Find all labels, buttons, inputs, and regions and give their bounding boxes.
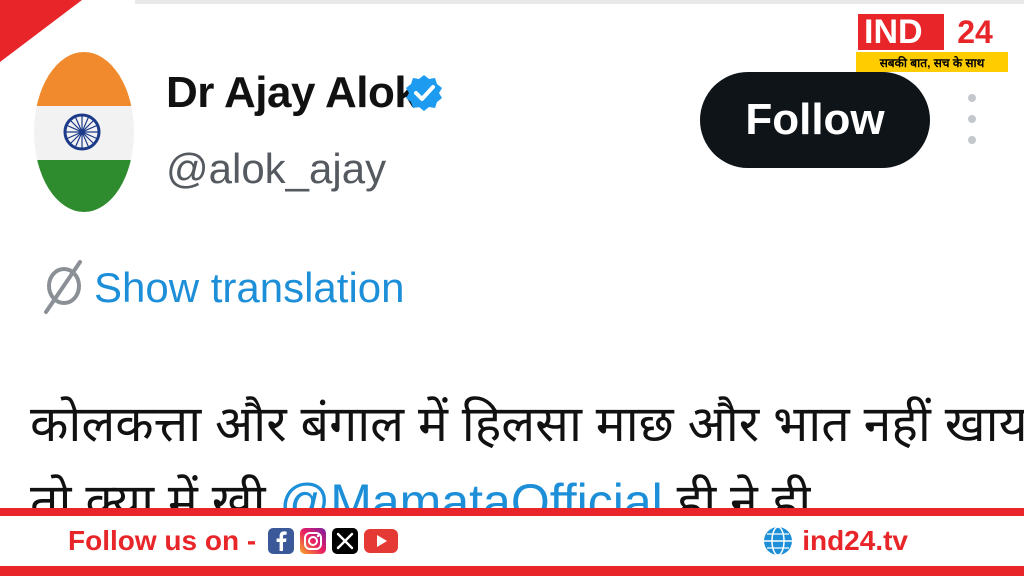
tweet-text-line-1: कोलकत्ता और बंगाल में हिलसा माछ और भात न… [30, 396, 1024, 452]
verified-badge-icon [406, 75, 442, 111]
tweet-mention-link[interactable]: @MamataOfficial [279, 474, 662, 510]
show-translation-link[interactable]: Show translation [40, 258, 405, 318]
top-divider [135, 0, 1024, 4]
user-handle[interactable]: @alok_ajay [166, 145, 386, 193]
tweet-text-segment: तो क्या में खी [30, 474, 280, 510]
footer-banner: Follow us on - ind24.tv [0, 508, 1024, 576]
ind24-logo: IND 24 सबकी बात, सच के साथ [856, 12, 1008, 74]
logo-main-text: IND [864, 12, 923, 51]
more-vertical-icon[interactable] [962, 92, 982, 146]
tweet-text-line-2: तो क्या में खी @MamataOfficial ही ने ही [30, 466, 811, 510]
youtube-icon[interactable] [364, 529, 399, 553]
x-icon[interactable] [332, 528, 359, 554]
facebook-icon[interactable] [268, 528, 295, 554]
instagram-icon[interactable] [300, 528, 327, 554]
website-link[interactable]: ind24.tv [802, 525, 908, 557]
logo-top-bar: IND 24 [856, 12, 1008, 52]
display-name[interactable]: Dr Ajay Alok [166, 68, 419, 118]
follow-button[interactable]: Follow [700, 72, 930, 168]
corner-accent [0, 0, 82, 62]
logo-number: 24 [944, 14, 1006, 50]
indian-flag-avatar-icon [34, 52, 134, 212]
tweet-text-segment: ही ने ही [676, 474, 812, 510]
show-translation-label: Show translation [94, 264, 405, 311]
globe-www-icon [764, 526, 793, 556]
footer-inner: Follow us on - ind24.tv [0, 516, 1024, 566]
globe-translate-icon [44, 260, 82, 314]
follow-us-label: Follow us on - [68, 525, 257, 556]
logo-tagline: सबकी बात, सच के साथ [856, 52, 1008, 72]
avatar[interactable] [34, 52, 134, 212]
